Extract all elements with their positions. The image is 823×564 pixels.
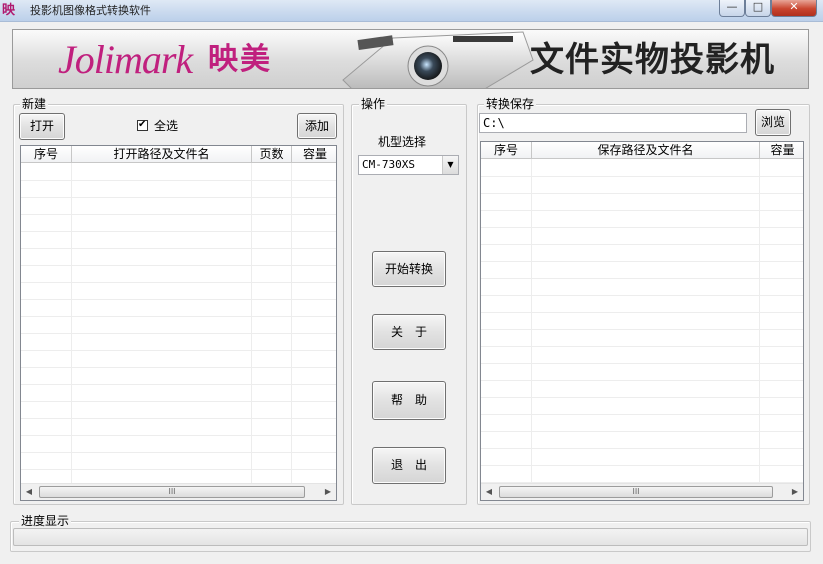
empty-list-row: [481, 346, 803, 364]
dropdown-arrow-icon[interactable]: ▼: [442, 156, 458, 174]
empty-list-row: [21, 231, 336, 249]
save-path-input[interactable]: C:\: [479, 113, 747, 133]
scroll-thumb[interactable]: III: [39, 486, 305, 498]
save-file-list[interactable]: 序号 保存路径及文件名 容量 ◀ III ▶: [480, 141, 804, 501]
empty-list-row: [21, 163, 336, 181]
new-group-legend: 新建: [20, 97, 49, 111]
empty-list-row: [481, 295, 803, 313]
app-icon: 映: [2, 3, 16, 18]
empty-list-row: [21, 180, 336, 198]
horizontal-scrollbar[interactable]: ◀ III ▶: [481, 483, 803, 500]
empty-list-row: [481, 176, 803, 194]
empty-list-row: [21, 197, 336, 215]
col-header-open-path[interactable]: 打开路径及文件名: [72, 146, 252, 163]
empty-list-row: [481, 227, 803, 245]
browse-button[interactable]: 浏览: [755, 109, 791, 136]
empty-list-row: [481, 312, 803, 330]
title-bar[interactable]: 映 投影机图像格式转换软件 — □ ✕: [0, 0, 823, 22]
scroll-right-icon[interactable]: ▶: [320, 484, 336, 500]
col-header-pages[interactable]: 页数: [252, 146, 292, 163]
empty-list-row: [21, 248, 336, 266]
progress-group-legend: 进度显示: [19, 514, 72, 528]
empty-list-row: [21, 316, 336, 334]
scroll-left-icon[interactable]: ◀: [21, 484, 37, 500]
scroll-right-icon[interactable]: ▶: [787, 484, 803, 500]
empty-list-row: [481, 397, 803, 415]
empty-list-row: [21, 299, 336, 317]
progress-bar: [13, 528, 808, 546]
save-group-legend: 转换保存: [484, 97, 537, 111]
help-button[interactable]: 帮 助: [372, 381, 446, 420]
model-label: 机型选择: [378, 135, 427, 149]
brand-logo: Jolimark: [58, 37, 193, 82]
empty-list-row: [21, 452, 336, 470]
operation-group-legend: 操作: [359, 97, 388, 111]
empty-list-row: [21, 282, 336, 300]
brand-banner: Jolimark 映美 文件实物投影机: [12, 29, 809, 89]
banner-slogan: 文件实物投影机: [530, 40, 775, 80]
empty-list-row: [21, 435, 336, 453]
empty-list-row: [481, 278, 803, 296]
horizontal-scrollbar[interactable]: ◀ III ▶: [21, 483, 336, 500]
empty-list-row: [481, 431, 803, 449]
model-select[interactable]: CM-730XS ▼: [358, 155, 459, 175]
col-header-save-path[interactable]: 保存路径及文件名: [532, 142, 760, 159]
empty-list-row: [21, 418, 336, 436]
col-header-index[interactable]: 序号: [481, 142, 532, 159]
empty-list-row: [21, 333, 336, 351]
empty-list-row: [481, 465, 803, 483]
empty-list-row: [481, 414, 803, 432]
select-all-checkbox[interactable]: ✔: [137, 119, 148, 131]
empty-list-row: [21, 384, 336, 402]
maximize-button[interactable]: □: [745, 0, 771, 17]
empty-list-row: [21, 401, 336, 419]
projector-image: [342, 31, 534, 88]
col-header-size[interactable]: 容量: [760, 142, 803, 159]
empty-list-row: [481, 363, 803, 381]
empty-list-row: [481, 448, 803, 466]
col-header-size[interactable]: 容量: [292, 146, 336, 163]
window-title: 投影机图像格式转换软件: [30, 4, 151, 17]
open-file-list[interactable]: 序号 打开路径及文件名 页数 容量 ◀ III ▶: [20, 145, 337, 501]
close-button[interactable]: ✕: [771, 0, 817, 17]
empty-list-row: [21, 214, 336, 232]
empty-list-row: [481, 329, 803, 347]
minimize-button[interactable]: —: [719, 0, 745, 17]
empty-list-row: [481, 210, 803, 228]
open-button[interactable]: 打开: [19, 113, 65, 140]
scroll-thumb[interactable]: III: [499, 486, 773, 498]
empty-list-row: [481, 380, 803, 398]
about-button[interactable]: 关 于: [372, 314, 446, 350]
empty-list-row: [21, 367, 336, 385]
empty-list-row: [481, 244, 803, 262]
model-select-value: CM-730XS: [362, 158, 415, 171]
empty-list-row: [481, 159, 803, 177]
checkbox-check-icon: ✔: [138, 119, 147, 130]
start-convert-button[interactable]: 开始转换: [372, 251, 446, 287]
empty-list-row: [21, 265, 336, 283]
exit-button[interactable]: 退 出: [372, 447, 446, 484]
brand-logo-cn: 映美: [208, 42, 272, 77]
empty-list-row: [481, 193, 803, 211]
select-all-label: 全选: [154, 119, 179, 133]
empty-list-row: [481, 261, 803, 279]
scroll-left-icon[interactable]: ◀: [481, 484, 497, 500]
col-header-index[interactable]: 序号: [21, 146, 72, 163]
empty-list-row: [21, 350, 336, 368]
add-button[interactable]: 添加: [297, 113, 337, 139]
